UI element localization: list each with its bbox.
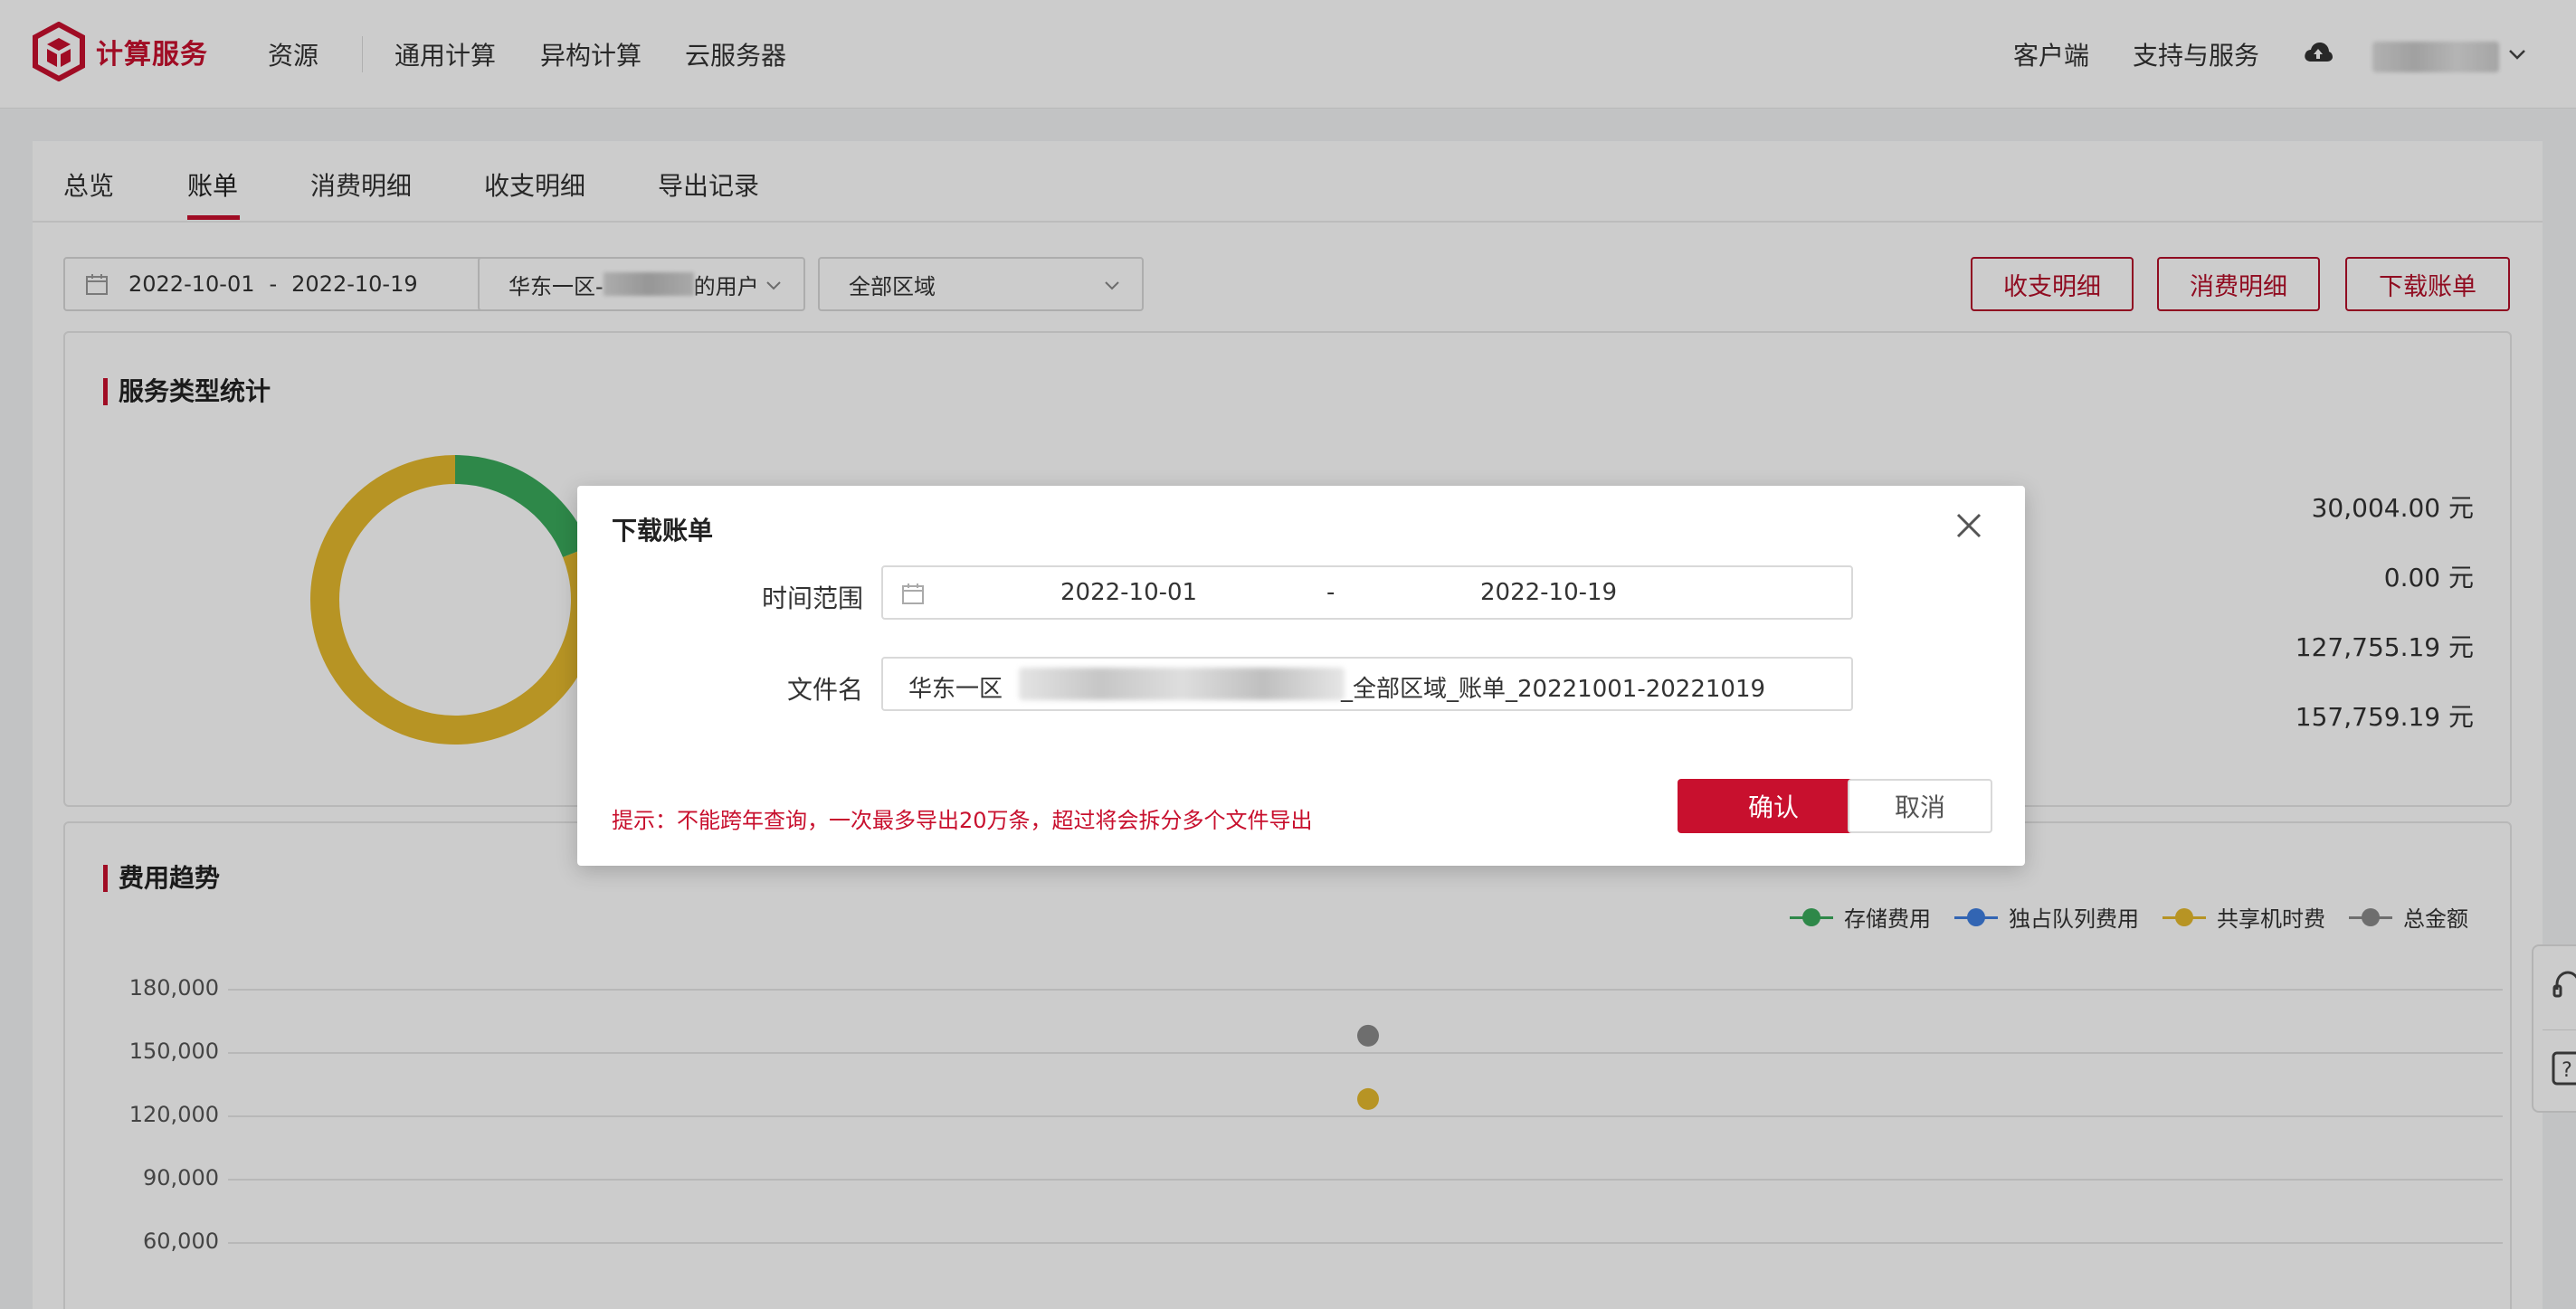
download-bill-dialog: 下载账单 时间范围 2022-10-01 - 2022-10-19 文件名 华东…: [577, 486, 2025, 866]
time-range-label: 时间范围: [761, 583, 863, 613]
range-separator: -: [1326, 579, 1336, 606]
cancel-button[interactable]: 取消: [1848, 779, 1992, 833]
confirm-button[interactable]: 确认: [1678, 779, 1869, 833]
dialog-title: 下载账单: [612, 516, 714, 545]
filename-suffix: _全部区域_账单_20221001-20221019: [1341, 676, 1766, 703]
close-icon[interactable]: [1951, 507, 1987, 544]
range-start-date[interactable]: 2022-10-01: [1060, 579, 1197, 606]
time-range-picker[interactable]: 2022-10-01 - 2022-10-19: [881, 565, 1853, 620]
calendar-icon: [902, 583, 924, 604]
filename-prefix: 华东一区: [908, 676, 1003, 703]
export-hint: 提示：不能跨年查询，一次最多导出20万条，超过将会拆分多个文件导出: [612, 808, 1313, 833]
filename-label: 文件名: [786, 675, 863, 705]
filename-input[interactable]: 华东一区 _全部区域_账单_20221001-20221019: [881, 657, 1853, 711]
range-end-date[interactable]: 2022-10-19: [1480, 579, 1617, 606]
filename-account-blurred: [1019, 668, 1345, 700]
